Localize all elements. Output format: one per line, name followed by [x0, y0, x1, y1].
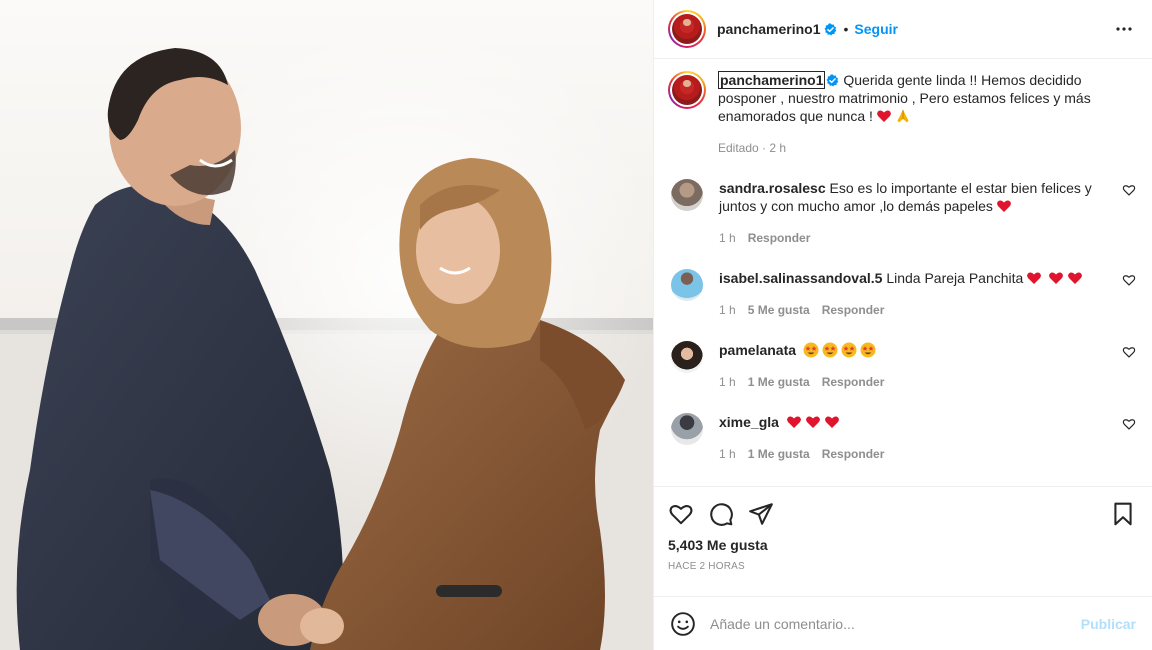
post-time: HACE 2 HORAS — [668, 561, 745, 572]
caption-username[interactable]: panchamerino1 — [718, 71, 826, 89]
comment-likes[interactable]: 5 Me gusta — [748, 301, 810, 319]
author-avatar[interactable] — [668, 10, 706, 48]
red-heart-emoji-icon — [824, 416, 839, 428]
caption-meta: Editado · 2 h — [718, 141, 787, 155]
comment-username[interactable]: sandra.rosalesc — [719, 180, 826, 196]
comment-item: pamelanata 1 h 1 Me gusta Responder — [668, 341, 1136, 391]
verified-badge-icon — [826, 74, 839, 87]
star-struck-emoji-icon — [822, 342, 838, 358]
like-heart-icon[interactable] — [668, 501, 694, 527]
like-comment-heart-icon[interactable] — [1122, 417, 1136, 431]
publish-button[interactable]: Publicar — [1081, 616, 1136, 632]
comment-time: 1 h — [719, 375, 736, 389]
comment-time: 1 h — [719, 303, 736, 317]
add-comment-bar: Publicar — [654, 596, 1152, 650]
comment-username[interactable]: isabel.salinassandoval.5 — [719, 270, 882, 286]
reply-button[interactable]: Responder — [748, 229, 811, 247]
red-heart-emoji-icon — [1027, 272, 1042, 284]
comment-item: xime_gla 1 h 1 Me gusta Responder — [668, 413, 1136, 463]
praying-hands-emoji-icon — [897, 109, 909, 123]
commenter-avatar[interactable] — [671, 413, 703, 445]
star-struck-emoji-icon — [841, 342, 857, 358]
like-comment-heart-icon[interactable] — [1122, 183, 1136, 197]
comment-time: 1 h — [719, 231, 736, 245]
post-photo[interactable] — [0, 0, 653, 650]
comment-likes[interactable]: 1 Me gusta — [748, 373, 810, 391]
red-heart-emoji-icon — [805, 416, 820, 428]
red-heart-emoji-icon — [1068, 272, 1083, 284]
commenter-avatar[interactable] — [671, 341, 703, 373]
reply-button[interactable]: Responder — [822, 373, 885, 391]
couple-photo-illustration — [0, 0, 653, 650]
star-struck-emoji-icon — [803, 342, 819, 358]
comment-item: sandra.rosalesc Eso es lo importante el … — [668, 179, 1136, 247]
caption-avatar[interactable] — [668, 71, 706, 109]
share-paper-plane-icon[interactable] — [748, 501, 774, 527]
red-heart-emoji-icon — [997, 200, 1011, 212]
reply-button[interactable]: Responder — [822, 301, 885, 319]
commenter-avatar[interactable] — [671, 269, 703, 301]
comments-list[interactable]: panchamerino1 Querida gente linda !! Hem… — [654, 59, 1152, 486]
author-username[interactable]: panchamerino1 — [717, 21, 820, 37]
save-bookmark-icon[interactable] — [1110, 501, 1136, 527]
like-comment-heart-icon[interactable] — [1122, 273, 1136, 287]
comment-time: 1 h — [719, 447, 736, 461]
post-header: panchamerino1 • Seguir — [654, 0, 1152, 59]
follow-button[interactable]: Seguir — [854, 21, 898, 37]
comment-likes[interactable]: 1 Me gusta — [748, 445, 810, 463]
post-caption: panchamerino1 Querida gente linda !! Hem… — [668, 71, 1136, 157]
comment-input[interactable] — [710, 615, 1081, 632]
like-comment-heart-icon[interactable] — [1122, 345, 1136, 359]
separator-dot: • — [843, 21, 849, 37]
star-struck-emoji-icon — [860, 342, 876, 358]
red-heart-emoji-icon — [877, 110, 891, 122]
post-actions: 5,403 Me gusta HACE 2 HORAS — [654, 486, 1152, 596]
comment-text: Linda Pareja Panchita — [886, 270, 1024, 286]
instagram-post-view: panchamerino1 • Seguir panchamerino1 Que… — [0, 0, 1152, 650]
red-heart-emoji-icon — [786, 416, 801, 428]
more-options-button[interactable] — [1112, 17, 1136, 41]
emoji-smile-icon[interactable] — [670, 611, 696, 637]
comment-username[interactable]: xime_gla — [719, 414, 779, 430]
more-horizontal-icon — [1116, 27, 1132, 31]
reply-button[interactable]: Responder — [822, 445, 885, 463]
comment-item: isabel.salinassandoval.5 Linda Pareja Pa… — [668, 269, 1136, 319]
likes-count[interactable]: 5,403 Me gusta — [668, 537, 1136, 553]
comment-username[interactable]: pamelanata — [719, 342, 796, 358]
red-heart-emoji-icon — [1049, 272, 1064, 284]
comment-bubble-icon[interactable] — [708, 501, 734, 527]
verified-badge-icon — [824, 22, 837, 36]
commenter-avatar[interactable] — [671, 179, 703, 211]
post-details-panel: panchamerino1 • Seguir panchamerino1 Que… — [653, 0, 1152, 650]
